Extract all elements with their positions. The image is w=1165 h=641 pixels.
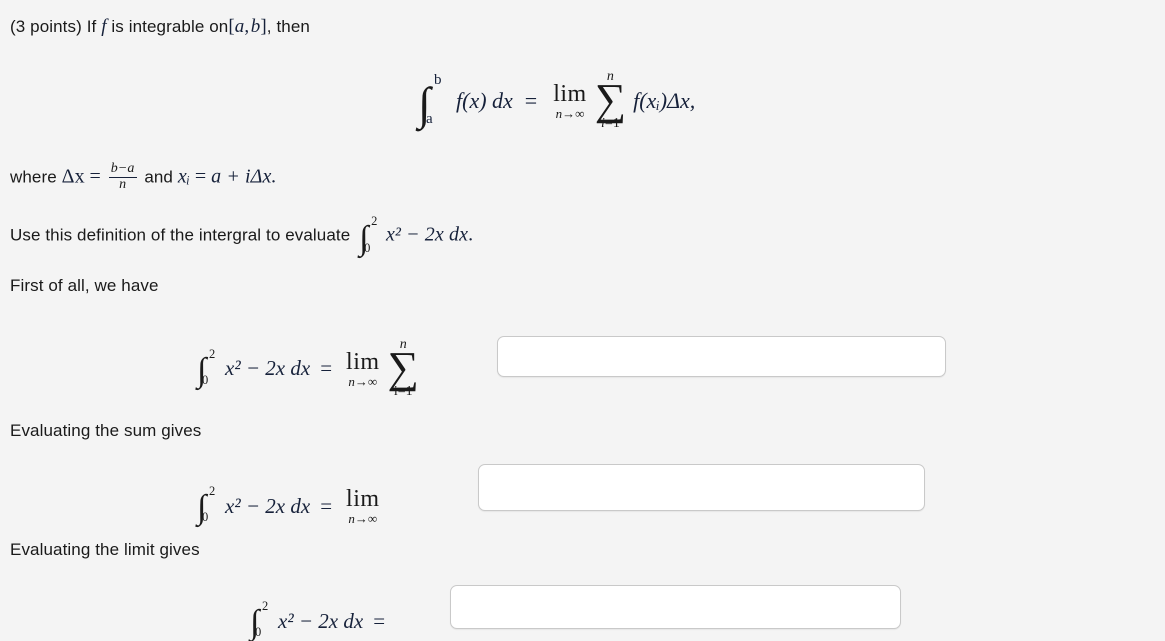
definition-integral-symbol: ∫ b a xyxy=(418,72,448,127)
delta-x-fraction: b−a n xyxy=(108,161,137,193)
step-sum-equation: ∫ 2 0 x² − 2x dx = lim n→∞ xyxy=(197,484,384,525)
step-limit-answer-input[interactable] xyxy=(450,585,901,629)
definition-summation-operator: n ∑ i=1 xyxy=(595,70,626,131)
limit-word: lim xyxy=(346,486,380,512)
step-limit-label: Evaluating the limit gives xyxy=(10,541,200,558)
x-sub-i-symbol: xᵢ xyxy=(177,165,191,188)
summation-lower-equals: = xyxy=(604,116,613,132)
limit-sub-arrow: → xyxy=(562,105,576,121)
step-label-text: Evaluating the sum gives xyxy=(10,421,202,440)
definition-integrand: f(x) dx xyxy=(456,87,513,113)
limit-sub-target: ∞ xyxy=(575,105,585,121)
step-sum-answer-input[interactable] xyxy=(478,464,925,511)
limit-subscript: n→∞ xyxy=(346,512,380,525)
definition-equation: ∫ b a f(x) dx = lim n→∞ n ∑ i=1 f(xᵢ)Δx, xyxy=(418,70,695,131)
step-label-text: Evaluating the limit gives xyxy=(10,540,200,559)
summation-glyph: ∑ xyxy=(594,75,627,124)
step1-limit-operator: lim n→∞ xyxy=(346,350,380,388)
where-equals-2: = xyxy=(194,165,207,188)
step2-limit-operator: lim n→∞ xyxy=(346,487,380,525)
step-first-answer-input[interactable] xyxy=(497,336,946,377)
fraction-denominator: n xyxy=(108,176,137,193)
limit-sub-target: ∞ xyxy=(367,511,378,526)
delta-x-symbol: Δx xyxy=(61,165,85,188)
summation-lower-start: 1 xyxy=(612,116,620,132)
and-word: and xyxy=(144,167,173,187)
instruction-line: Use this definition of the intergral to … xyxy=(10,215,474,255)
limit-sub-arrow: → xyxy=(354,373,368,389)
step-label-text: First of all, we have xyxy=(10,276,159,295)
step1-summation-operator: n ∑ i=1 xyxy=(388,338,419,399)
instruction-integral-symbol: ∫ 2 0 xyxy=(359,215,381,255)
question-prompt: (3 points) If f is integrable on[a, b], … xyxy=(10,17,310,36)
step1-integrand: x² − 2x dx xyxy=(225,356,311,381)
instruction-period: . xyxy=(468,223,474,246)
instruction-integrand: x² − 2x dx xyxy=(385,223,469,246)
step1-equals: = xyxy=(320,356,333,381)
step3-equals: = xyxy=(373,608,386,633)
question-intro-before: If xyxy=(86,17,97,36)
limit-subscript: n→∞ xyxy=(553,107,587,120)
question-intro-end: , then xyxy=(266,17,310,36)
where-equals-1: = xyxy=(89,165,101,188)
limit-subscript: n→∞ xyxy=(346,375,380,388)
step-first-equation: ∫ 2 0 x² − 2x dx = lim n→∞ n ∑ i=1 xyxy=(197,338,421,399)
definition-summand: f(xᵢ)Δx, xyxy=(633,87,696,113)
integral-lower-limit: 0 xyxy=(202,372,209,387)
limit-sub-target: ∞ xyxy=(367,373,378,389)
question-points: (3 points) xyxy=(10,17,82,36)
integral-upper-limit: 2 xyxy=(209,346,216,361)
step3-integrand: x² − 2x dx xyxy=(278,608,364,633)
step3-integral-symbol: ∫ 2 0 xyxy=(250,599,272,639)
limit-sub-arrow: → xyxy=(354,511,368,526)
definition-limit-operator: lim n→∞ xyxy=(553,82,587,120)
integral-upper-limit: b xyxy=(434,71,442,88)
where-line: where Δx = b−a n and xᵢ = a + iΔx. xyxy=(10,161,277,193)
where-word: where xyxy=(10,167,57,187)
instruction-text: Use this definition of the intergral to … xyxy=(10,225,351,245)
interval-a: a xyxy=(234,16,245,37)
step2-integral-symbol: ∫ 2 0 xyxy=(197,484,219,524)
limit-word: lim xyxy=(346,348,380,375)
interval-comma: , xyxy=(244,16,250,37)
integral-lower-limit: 0 xyxy=(364,240,371,255)
step-limit-equation: ∫ 2 0 x² − 2x dx = xyxy=(250,599,395,639)
step2-integrand: x² − 2x dx xyxy=(225,493,311,518)
integral-upper-limit: 2 xyxy=(209,484,216,498)
question-intro-after: is integrable on xyxy=(111,17,229,36)
function-symbol-f: f xyxy=(101,16,107,37)
integral-lower-limit: 0 xyxy=(255,625,262,639)
definition-equals: = xyxy=(524,87,538,113)
interval-b: b xyxy=(250,16,261,37)
limit-word: lim xyxy=(553,80,587,107)
integral-lower-limit: 0 xyxy=(202,510,209,524)
step-sum-label: Evaluating the sum gives xyxy=(10,422,201,439)
integral-lower-limit: a xyxy=(426,110,433,127)
step1-integral-symbol: ∫ 2 0 xyxy=(197,347,219,387)
where-rhs: a + iΔx. xyxy=(211,165,277,188)
fraction-numerator: b−a xyxy=(110,161,135,176)
summation-glyph: ∑ xyxy=(387,343,419,392)
integral-upper-limit: 2 xyxy=(371,214,378,228)
step-first-label: First of all, we have xyxy=(10,277,159,294)
step2-equals: = xyxy=(320,493,333,518)
integral-upper-limit: 2 xyxy=(262,599,269,613)
